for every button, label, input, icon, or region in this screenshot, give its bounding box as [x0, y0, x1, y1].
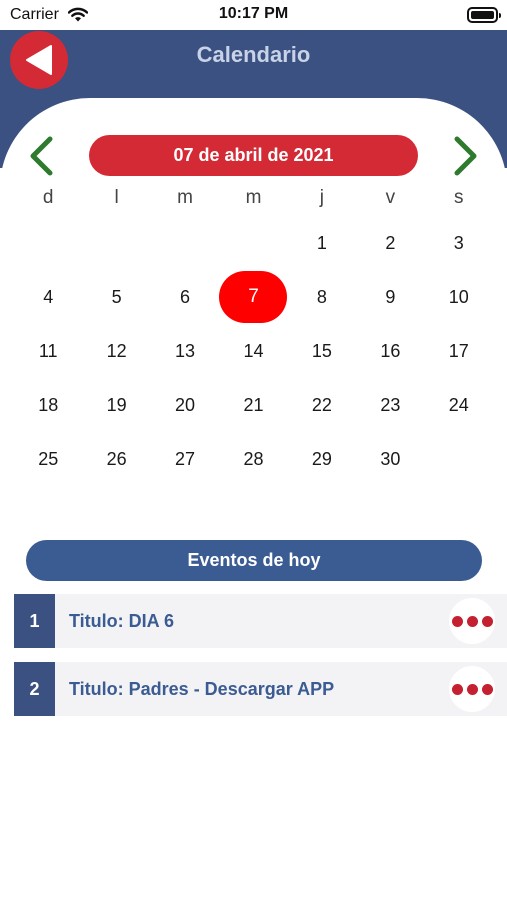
calendar-day[interactable]: 9	[356, 270, 424, 324]
calendar-day-number: 23	[380, 394, 401, 415]
event-row[interactable]: 1 Titulo: DIA 6	[14, 594, 507, 648]
calendar-day-number: 15	[311, 340, 332, 361]
weekday-header: d l m m j v s	[14, 184, 493, 212]
calendar-day-number: 19	[106, 394, 127, 415]
calendar-day-number: 20	[175, 394, 196, 415]
calendar-day-number: 21	[243, 394, 264, 415]
calendar-day-number: 11	[38, 340, 58, 361]
calendar-day[interactable]: 25	[14, 432, 82, 486]
calendar-day[interactable]: 23	[356, 378, 424, 432]
calendar-day[interactable]: 8	[288, 270, 356, 324]
weekday-label: v	[385, 187, 396, 208]
battery-icon	[467, 7, 501, 23]
event-index: 1	[14, 594, 55, 648]
calendar-day-number: 30	[380, 448, 401, 469]
chevron-left-icon	[30, 136, 53, 176]
calendar-day-number: 29	[311, 448, 332, 469]
calendar-day-number: 28	[243, 448, 264, 469]
calendar-day-number: 1	[316, 232, 327, 253]
calendar-day-number: 14	[243, 340, 264, 361]
calendar-day[interactable]: 2	[356, 216, 424, 270]
calendar-day-number: 26	[106, 448, 127, 469]
weekday-label: j	[319, 187, 325, 208]
calendar-day[interactable]: 22	[288, 378, 356, 432]
weekday-label: l	[114, 187, 119, 208]
calendar-day-number: 16	[380, 340, 401, 361]
calendar-day[interactable]: 15	[288, 324, 356, 378]
calendar-day[interactable]: 10	[425, 270, 493, 324]
calendar-day-selected[interactable]: 7	[219, 270, 288, 324]
calendar-day-number: 12	[106, 340, 127, 361]
more-options-button[interactable]	[449, 598, 495, 644]
calendar-day-number: 5	[111, 286, 122, 307]
calendar-day[interactable]: 13	[151, 324, 219, 378]
calendar-day[interactable]: 19	[82, 378, 150, 432]
calendar-day-number: 18	[38, 394, 59, 415]
calendar-day[interactable]: 24	[425, 378, 493, 432]
calendar-day-number: 2	[385, 232, 396, 253]
calendar-grid: 1 2 3 4 5 6 7 8 9 10 11 12 13 14 15 16 17 18 19 20 21 22 23 24 2…	[14, 216, 493, 486]
more-options-button[interactable]	[449, 666, 495, 712]
status-bar: Carrier 10:17 PM	[0, 0, 507, 30]
prev-month-button[interactable]	[26, 136, 56, 176]
calendar-day[interactable]: 11	[14, 324, 82, 378]
calendar-day-number: 13	[175, 340, 196, 361]
status-time: 10:17 PM	[218, 5, 289, 22]
calendar-day-number: 10	[448, 286, 469, 307]
calendar-day[interactable]: 6	[151, 270, 219, 324]
calendar-day[interactable]: 30	[356, 432, 424, 486]
weekday-label: d	[42, 187, 54, 208]
calendar-day-number: 3	[453, 232, 464, 253]
calendar-day-number: 4	[43, 286, 54, 307]
calendar-day[interactable]: 28	[219, 432, 287, 486]
calendar-empty-cell	[14, 216, 82, 270]
calendar-day[interactable]: 29	[288, 432, 356, 486]
event-title[interactable]: Titulo: DIA 6	[69, 611, 449, 632]
calendar-day-number: 25	[38, 448, 59, 469]
calendar-day[interactable]: 3	[425, 216, 493, 270]
weekday-label: s	[454, 187, 464, 208]
event-title[interactable]: Titulo: Padres - Descargar APP	[69, 679, 449, 700]
calendar-day[interactable]: 18	[14, 378, 82, 432]
calendar-day[interactable]: 16	[356, 324, 424, 378]
calendar-day-number: 24	[448, 394, 469, 415]
event-index: 2	[14, 662, 55, 716]
next-month-button[interactable]	[451, 136, 481, 176]
calendar-day[interactable]: 21	[219, 378, 287, 432]
calendar-day[interactable]: 1	[288, 216, 356, 270]
calendar-day-number: 27	[175, 448, 196, 469]
calendar-day[interactable]: 20	[151, 378, 219, 432]
calendar-day-number: 8	[316, 286, 327, 307]
calendar-day-number: 7	[219, 271, 288, 323]
calendar-day[interactable]: 5	[82, 270, 150, 324]
calendar-day[interactable]: 27	[151, 432, 219, 486]
calendar-empty-cell	[219, 216, 287, 270]
calendar-day-number: 17	[448, 340, 469, 361]
calendar-day[interactable]: 26	[82, 432, 150, 486]
weekday-label: m	[177, 187, 193, 208]
calendar-empty-cell	[82, 216, 150, 270]
calendar-day-number: 22	[311, 394, 332, 415]
calendar-day[interactable]: 12	[82, 324, 150, 378]
calendar-day[interactable]: 14	[219, 324, 287, 378]
calendar-day-number: 6	[180, 286, 191, 307]
calendar-day[interactable]: 4	[14, 270, 82, 324]
calendar-day[interactable]: 17	[425, 324, 493, 378]
chevron-right-icon	[454, 136, 477, 176]
weekday-label: m	[245, 187, 262, 208]
more-dots-icon	[451, 615, 463, 627]
current-date-label[interactable]: 07 de abril de 2021	[89, 135, 418, 176]
more-dots-icon	[451, 683, 463, 695]
calendar-day-number: 9	[385, 286, 396, 307]
event-row[interactable]: 2 Titulo: Padres - Descargar APP	[14, 662, 507, 716]
calendar-empty-cell	[151, 216, 219, 270]
events-header: Eventos de hoy	[26, 540, 482, 581]
page-title: Calendario	[196, 42, 311, 67]
